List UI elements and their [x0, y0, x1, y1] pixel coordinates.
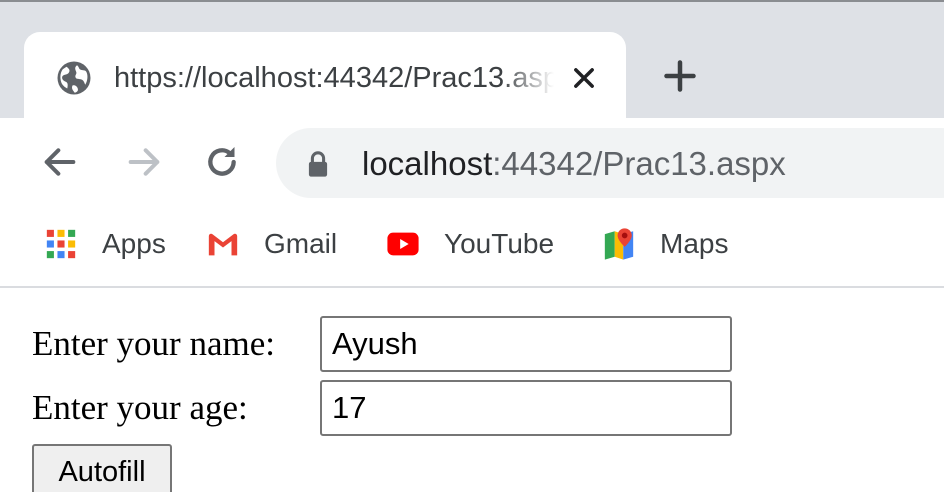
- bookmark-apps[interactable]: Apps: [44, 224, 166, 264]
- browser-window: https://localhost:44342/Prac13.aspx loca…: [0, 0, 944, 492]
- bookmark-label: Apps: [102, 228, 166, 259]
- globe-icon: [57, 61, 91, 95]
- gmail-icon: [208, 233, 238, 256]
- plus-icon[interactable]: [662, 58, 698, 94]
- tab-active[interactable]: https://localhost:44342/Prac13.aspx: [24, 32, 626, 122]
- browser-toolbar: localhost:44342/Prac13.aspx: [0, 118, 944, 208]
- bookmark-maps[interactable]: Maps: [602, 224, 728, 264]
- bookmark-label: YouTube: [444, 228, 555, 259]
- page-content: Enter your name: Enter your age: Autofil…: [0, 288, 944, 492]
- bookmark-youtube[interactable]: YouTube: [386, 224, 554, 264]
- bookmark-label: Gmail: [264, 228, 338, 259]
- age-label: Enter your age:: [32, 388, 248, 427]
- arrow-right-icon[interactable]: [124, 142, 164, 182]
- youtube-icon: [387, 232, 419, 256]
- address-bar[interactable]: localhost:44342/Prac13.aspx: [276, 128, 944, 198]
- name-input[interactable]: [320, 316, 732, 372]
- tab-title: https://localhost:44342/Prac13.aspx: [114, 62, 554, 94]
- maps-icon: [604, 228, 634, 260]
- lock-icon[interactable]: [306, 150, 330, 178]
- autofill-button[interactable]: Autofill: [32, 444, 172, 492]
- name-label: Enter your name:: [32, 324, 275, 363]
- age-input[interactable]: [320, 380, 732, 436]
- url-text: localhost:44342/Prac13.aspx: [362, 142, 786, 186]
- url-host: localhost: [362, 145, 493, 182]
- bookmark-label: Maps: [660, 228, 729, 259]
- bookmark-gmail[interactable]: Gmail: [206, 224, 337, 264]
- tab-strip: https://localhost:44342/Prac13.aspx: [0, 0, 944, 122]
- reload-icon[interactable]: [202, 142, 242, 182]
- url-path: :44342/Prac13.aspx: [492, 145, 786, 182]
- close-icon[interactable]: [570, 64, 598, 92]
- bookmarks-bar: Apps Gmail YouTube Maps: [0, 208, 944, 288]
- apps-grid-icon: [46, 229, 76, 259]
- arrow-left-icon[interactable]: [40, 142, 80, 182]
